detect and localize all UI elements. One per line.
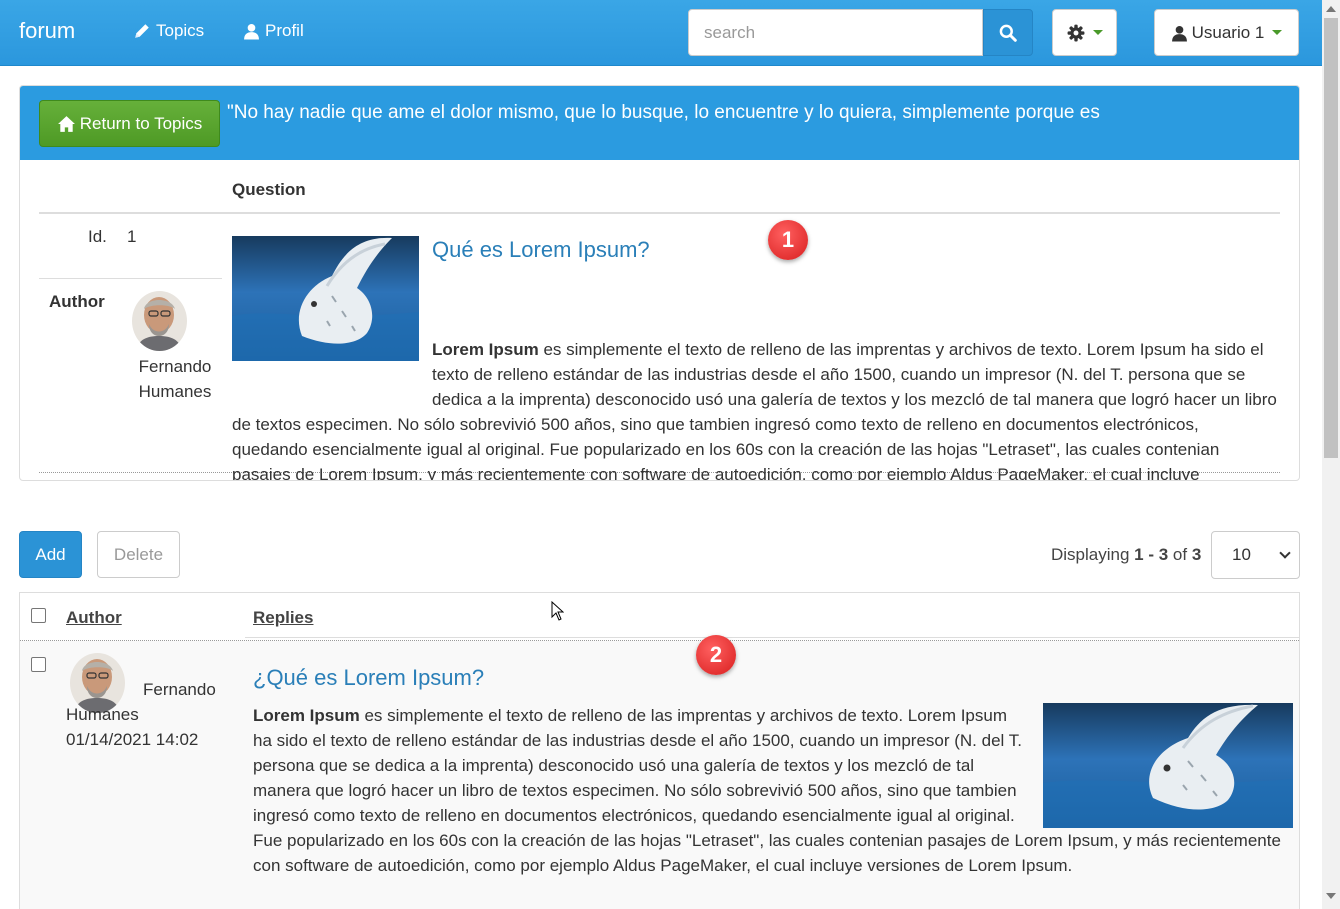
search-group bbox=[688, 9, 1033, 56]
search-input[interactable] bbox=[688, 9, 983, 56]
column-header-author[interactable]: Author bbox=[66, 608, 122, 628]
table-row: Fernando Humanes 01/14/2021 14:02 ¿Qué e… bbox=[20, 641, 1299, 909]
select-all-checkbox[interactable] bbox=[31, 608, 46, 623]
chevron-down-icon bbox=[1279, 547, 1291, 559]
caret-down-icon bbox=[1272, 30, 1283, 35]
question-title[interactable]: Qué es Lorem Ipsum? bbox=[432, 237, 650, 263]
nav-profil-link[interactable]: Profil bbox=[243, 21, 304, 41]
range-start: 1 bbox=[1134, 545, 1144, 564]
navbar: forum Topics Profil Usuario 1 bbox=[0, 0, 1322, 66]
caret-down-icon bbox=[1092, 30, 1103, 35]
per-page-value: 10 bbox=[1232, 545, 1251, 564]
reply-body-bold: Lorem Ipsum bbox=[253, 706, 360, 725]
avatar bbox=[70, 653, 125, 713]
scrollbar-thumb[interactable] bbox=[1324, 18, 1338, 458]
pagination-summary: Displaying 1 - 3 of 3 bbox=[1051, 545, 1201, 565]
mouse-cursor-icon bbox=[551, 601, 564, 621]
nav-profil-label: Profil bbox=[265, 21, 304, 40]
return-label: Return to Topics bbox=[79, 113, 203, 133]
replies-table: Author Replies 2 Fernando Humanes 01/14/… bbox=[19, 592, 1300, 909]
scroll-up-icon[interactable] bbox=[1326, 6, 1336, 12]
per-page-select[interactable]: 10 bbox=[1211, 531, 1300, 579]
id-label: Id. bbox=[88, 227, 107, 246]
search-icon bbox=[999, 24, 1017, 42]
author-label: Author bbox=[49, 292, 105, 311]
author-name: Fernando Humanes bbox=[120, 354, 230, 404]
pencil-icon bbox=[135, 24, 149, 38]
user-dropdown-button[interactable]: Usuario 1 bbox=[1154, 9, 1299, 56]
nav-topics-link[interactable]: Topics bbox=[133, 21, 204, 41]
question-body-bold: Lorem Ipsum bbox=[432, 340, 539, 359]
annotation-badge-1: 1 bbox=[768, 220, 808, 260]
id-value: 1 bbox=[127, 227, 137, 246]
user-name: Usuario 1 bbox=[1191, 22, 1265, 42]
gear-icon bbox=[1067, 24, 1084, 41]
table-header: Author Replies bbox=[20, 593, 1300, 641]
range-separator: - bbox=[1143, 545, 1159, 564]
reply-date: 01/14/2021 14:02 bbox=[66, 730, 199, 749]
add-button[interactable]: Add bbox=[19, 531, 82, 578]
topic-quote: "No hay nadie que ame el dolor mismo, qu… bbox=[227, 102, 1100, 123]
delete-button[interactable]: Delete bbox=[97, 531, 180, 578]
avatar bbox=[132, 291, 187, 351]
page-scrollbar[interactable] bbox=[1322, 0, 1340, 909]
header-underline bbox=[245, 637, 1300, 638]
user-icon bbox=[1171, 25, 1187, 41]
displaying-prefix: Displaying bbox=[1051, 545, 1135, 564]
reply-author-last-name: Humanes bbox=[66, 705, 139, 724]
reply-title[interactable]: ¿Qué es Lorem Ipsum? bbox=[253, 665, 484, 691]
id-divider bbox=[39, 278, 222, 279]
row-checkbox[interactable] bbox=[31, 657, 46, 672]
question-column-header: Question bbox=[232, 180, 306, 199]
range-end: 3 bbox=[1158, 545, 1169, 564]
reply-author-first-name: Fernando bbox=[143, 680, 216, 699]
user-icon bbox=[244, 23, 259, 40]
question-panel-header: Return to Topics "No hay nadie que ame e… bbox=[20, 86, 1299, 160]
column-header-replies[interactable]: Replies bbox=[253, 608, 313, 628]
home-icon bbox=[57, 115, 75, 132]
annotation-badge-2: 2 bbox=[696, 635, 736, 675]
brand-logo[interactable]: forum bbox=[19, 18, 75, 44]
question-panel: Return to Topics "No hay nadie que ame e… bbox=[19, 85, 1300, 481]
of-label: of bbox=[1168, 545, 1192, 564]
question-body: Lorem Ipsum es simplemente el texto de r… bbox=[232, 275, 1277, 480]
reply-body: Lorem Ipsum es simplemente el texto de r… bbox=[253, 703, 1293, 878]
author-first-name: Fernando bbox=[138, 357, 212, 376]
reply-owl-image bbox=[1043, 703, 1293, 828]
author-last-name: Humanes bbox=[138, 382, 212, 401]
nav-topics-label: Topics bbox=[156, 21, 205, 40]
return-to-topics-button[interactable]: Return to Topics bbox=[39, 100, 220, 147]
scroll-down-icon[interactable] bbox=[1326, 893, 1336, 899]
settings-dropdown-button[interactable] bbox=[1052, 9, 1117, 56]
header-divider bbox=[39, 212, 1280, 214]
search-button[interactable] bbox=[983, 9, 1033, 56]
total-count: 3 bbox=[1191, 545, 1202, 564]
